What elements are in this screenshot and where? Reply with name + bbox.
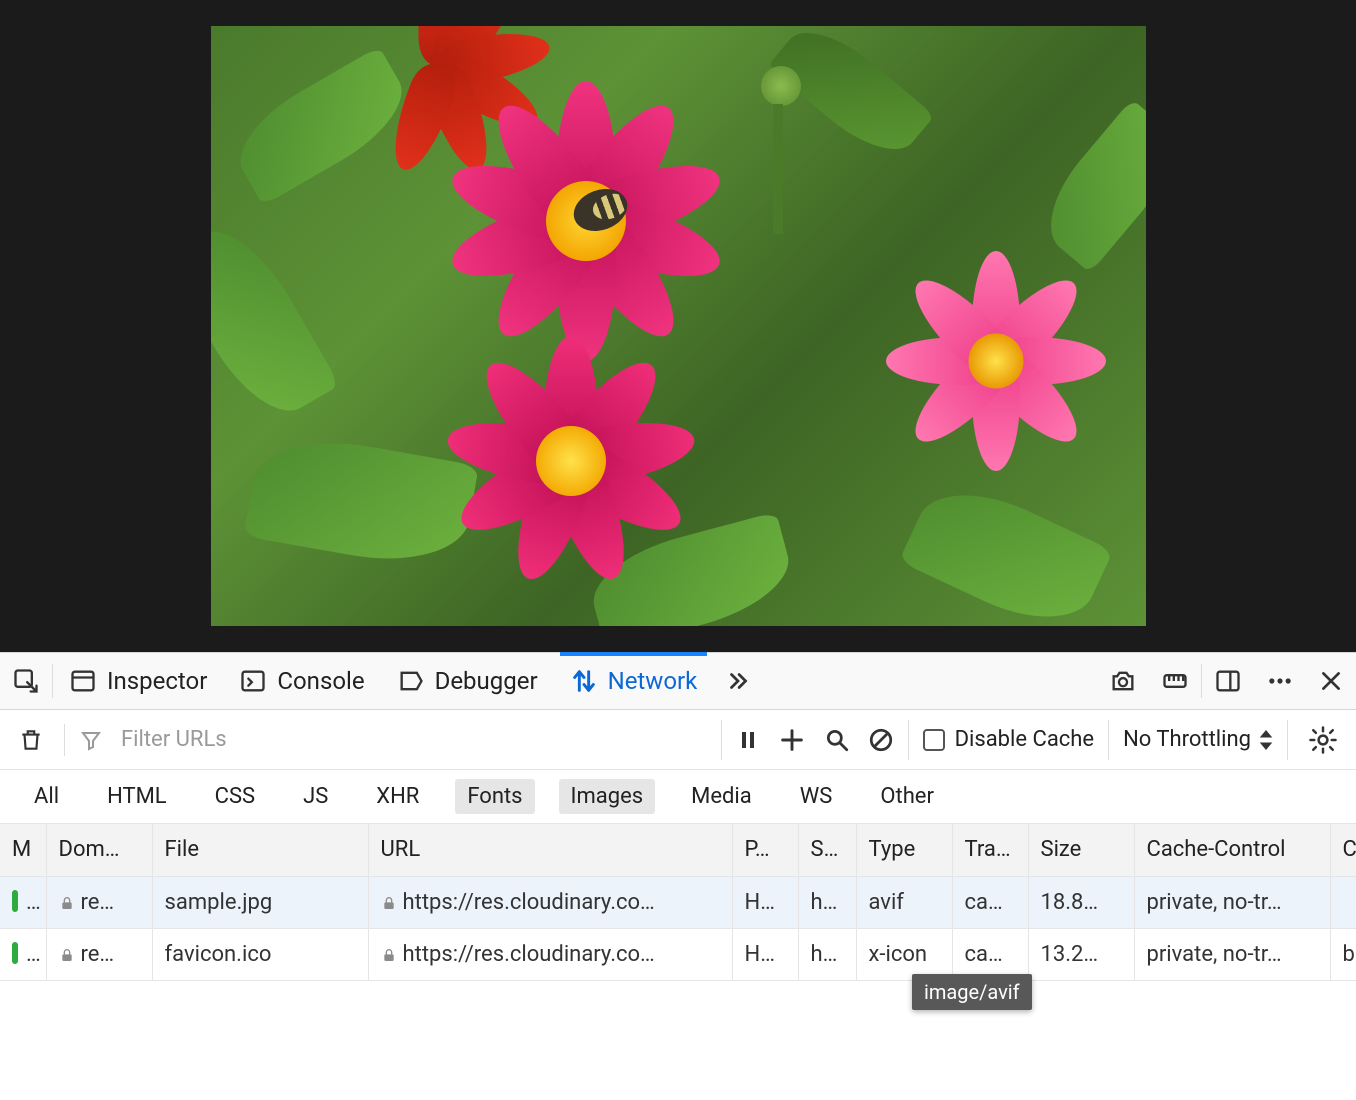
- col-c[interactable]: C: [1330, 824, 1356, 876]
- gear-icon: [1308, 725, 1338, 755]
- throttling-label: No Throttling: [1123, 727, 1251, 752]
- tab-network[interactable]: Network: [554, 653, 714, 709]
- filter-other[interactable]: Other: [868, 779, 946, 814]
- dock-side-button[interactable]: [1202, 653, 1254, 709]
- image-viewer: /*petals drawn below*/: [0, 0, 1356, 652]
- filter-ws[interactable]: WS: [788, 779, 845, 814]
- preview-image: /*petals drawn below*/: [211, 26, 1146, 626]
- filter-images[interactable]: Images: [559, 779, 656, 814]
- pause-icon: [736, 726, 760, 754]
- screenshot-button[interactable]: [1097, 653, 1149, 709]
- filter-html[interactable]: HTML: [95, 779, 179, 814]
- filter-urls-input[interactable]: [117, 721, 707, 758]
- settings-button[interactable]: [1302, 710, 1344, 769]
- lock-icon: [381, 895, 397, 911]
- close-icon: [1318, 668, 1344, 694]
- network-table-container: M Dom… File URL P… S… Type Tra… Size Cac…: [0, 824, 1356, 1100]
- pause-button[interactable]: [736, 710, 760, 769]
- filter-css[interactable]: CSS: [203, 779, 267, 814]
- disable-cache-toggle[interactable]: Disable Cache: [923, 727, 1095, 752]
- more-horizontal-icon: [1266, 667, 1294, 695]
- devtools-tabbar: Inspector Console Debugger Network: [0, 652, 1356, 710]
- console-icon: [239, 667, 267, 695]
- filter-icon: [79, 728, 103, 752]
- status-indicator: [12, 942, 18, 964]
- ruler-icon: [1161, 667, 1189, 695]
- filter-js[interactable]: JS: [291, 779, 340, 814]
- checkbox-icon: [923, 729, 945, 751]
- chevron-double-right-icon: [725, 668, 751, 694]
- throttling-select[interactable]: No Throttling: [1123, 727, 1273, 752]
- block-button[interactable]: [868, 710, 894, 769]
- block-icon: [868, 727, 894, 753]
- col-method[interactable]: M: [0, 824, 46, 876]
- inspector-icon: [69, 667, 97, 695]
- col-domain[interactable]: Dom…: [46, 824, 152, 876]
- network-icon: [570, 667, 598, 695]
- table-row[interactable]: G re… favicon.ico https://res.cloudinary…: [0, 928, 1356, 980]
- lock-icon: [59, 947, 75, 963]
- tab-console[interactable]: Console: [223, 653, 380, 709]
- filter-fonts[interactable]: Fonts: [455, 779, 534, 814]
- clear-button[interactable]: [12, 710, 50, 769]
- camera-icon: [1109, 667, 1137, 695]
- dock-icon: [1214, 667, 1242, 695]
- tab-debugger[interactable]: Debugger: [381, 653, 554, 709]
- col-protocol[interactable]: P…: [732, 824, 798, 876]
- col-type[interactable]: Type: [856, 824, 952, 876]
- table-header-row: M Dom… File URL P… S… Type Tra… Size Cac…: [0, 824, 1356, 876]
- tab-console-label: Console: [277, 667, 364, 695]
- search-icon: [824, 727, 850, 753]
- col-scheme[interactable]: S…: [798, 824, 856, 876]
- status-indicator: [12, 890, 18, 912]
- add-request-button[interactable]: [778, 710, 806, 769]
- type-filters: All HTML CSS JS XHR Fonts Images Media W…: [0, 770, 1356, 824]
- tab-network-label: Network: [608, 667, 698, 695]
- sort-icon: [1259, 730, 1273, 750]
- trash-icon: [18, 727, 44, 753]
- tabs-overflow-button[interactable]: [713, 653, 763, 709]
- search-button[interactable]: [824, 710, 850, 769]
- pick-element-icon: [12, 667, 40, 695]
- tab-debugger-label: Debugger: [435, 667, 538, 695]
- filter-all[interactable]: All: [22, 779, 71, 814]
- more-options-button[interactable]: [1254, 653, 1306, 709]
- col-size[interactable]: Size: [1028, 824, 1134, 876]
- network-table: M Dom… File URL P… S… Type Tra… Size Cac…: [0, 824, 1356, 981]
- lock-icon: [59, 895, 75, 911]
- filter-media[interactable]: Media: [679, 779, 764, 814]
- table-row[interactable]: G re… sample.jpg https://res.cloudinary.…: [0, 876, 1356, 928]
- tab-inspector-label: Inspector: [107, 667, 207, 695]
- close-devtools-button[interactable]: [1306, 653, 1356, 709]
- tab-inspector[interactable]: Inspector: [53, 653, 223, 709]
- responsive-design-button[interactable]: [1149, 653, 1201, 709]
- col-transferred[interactable]: Tra…: [952, 824, 1028, 876]
- plus-icon: [778, 726, 806, 754]
- disable-cache-label: Disable Cache: [955, 727, 1095, 752]
- debugger-icon: [397, 667, 425, 695]
- col-cache-control[interactable]: Cache-Control: [1134, 824, 1330, 876]
- network-toolbar: Disable Cache No Throttling: [0, 710, 1356, 770]
- pick-element-button[interactable]: [0, 653, 52, 709]
- col-url[interactable]: URL: [368, 824, 732, 876]
- lock-icon: [381, 947, 397, 963]
- filter-xhr[interactable]: XHR: [364, 779, 431, 814]
- col-file[interactable]: File: [152, 824, 368, 876]
